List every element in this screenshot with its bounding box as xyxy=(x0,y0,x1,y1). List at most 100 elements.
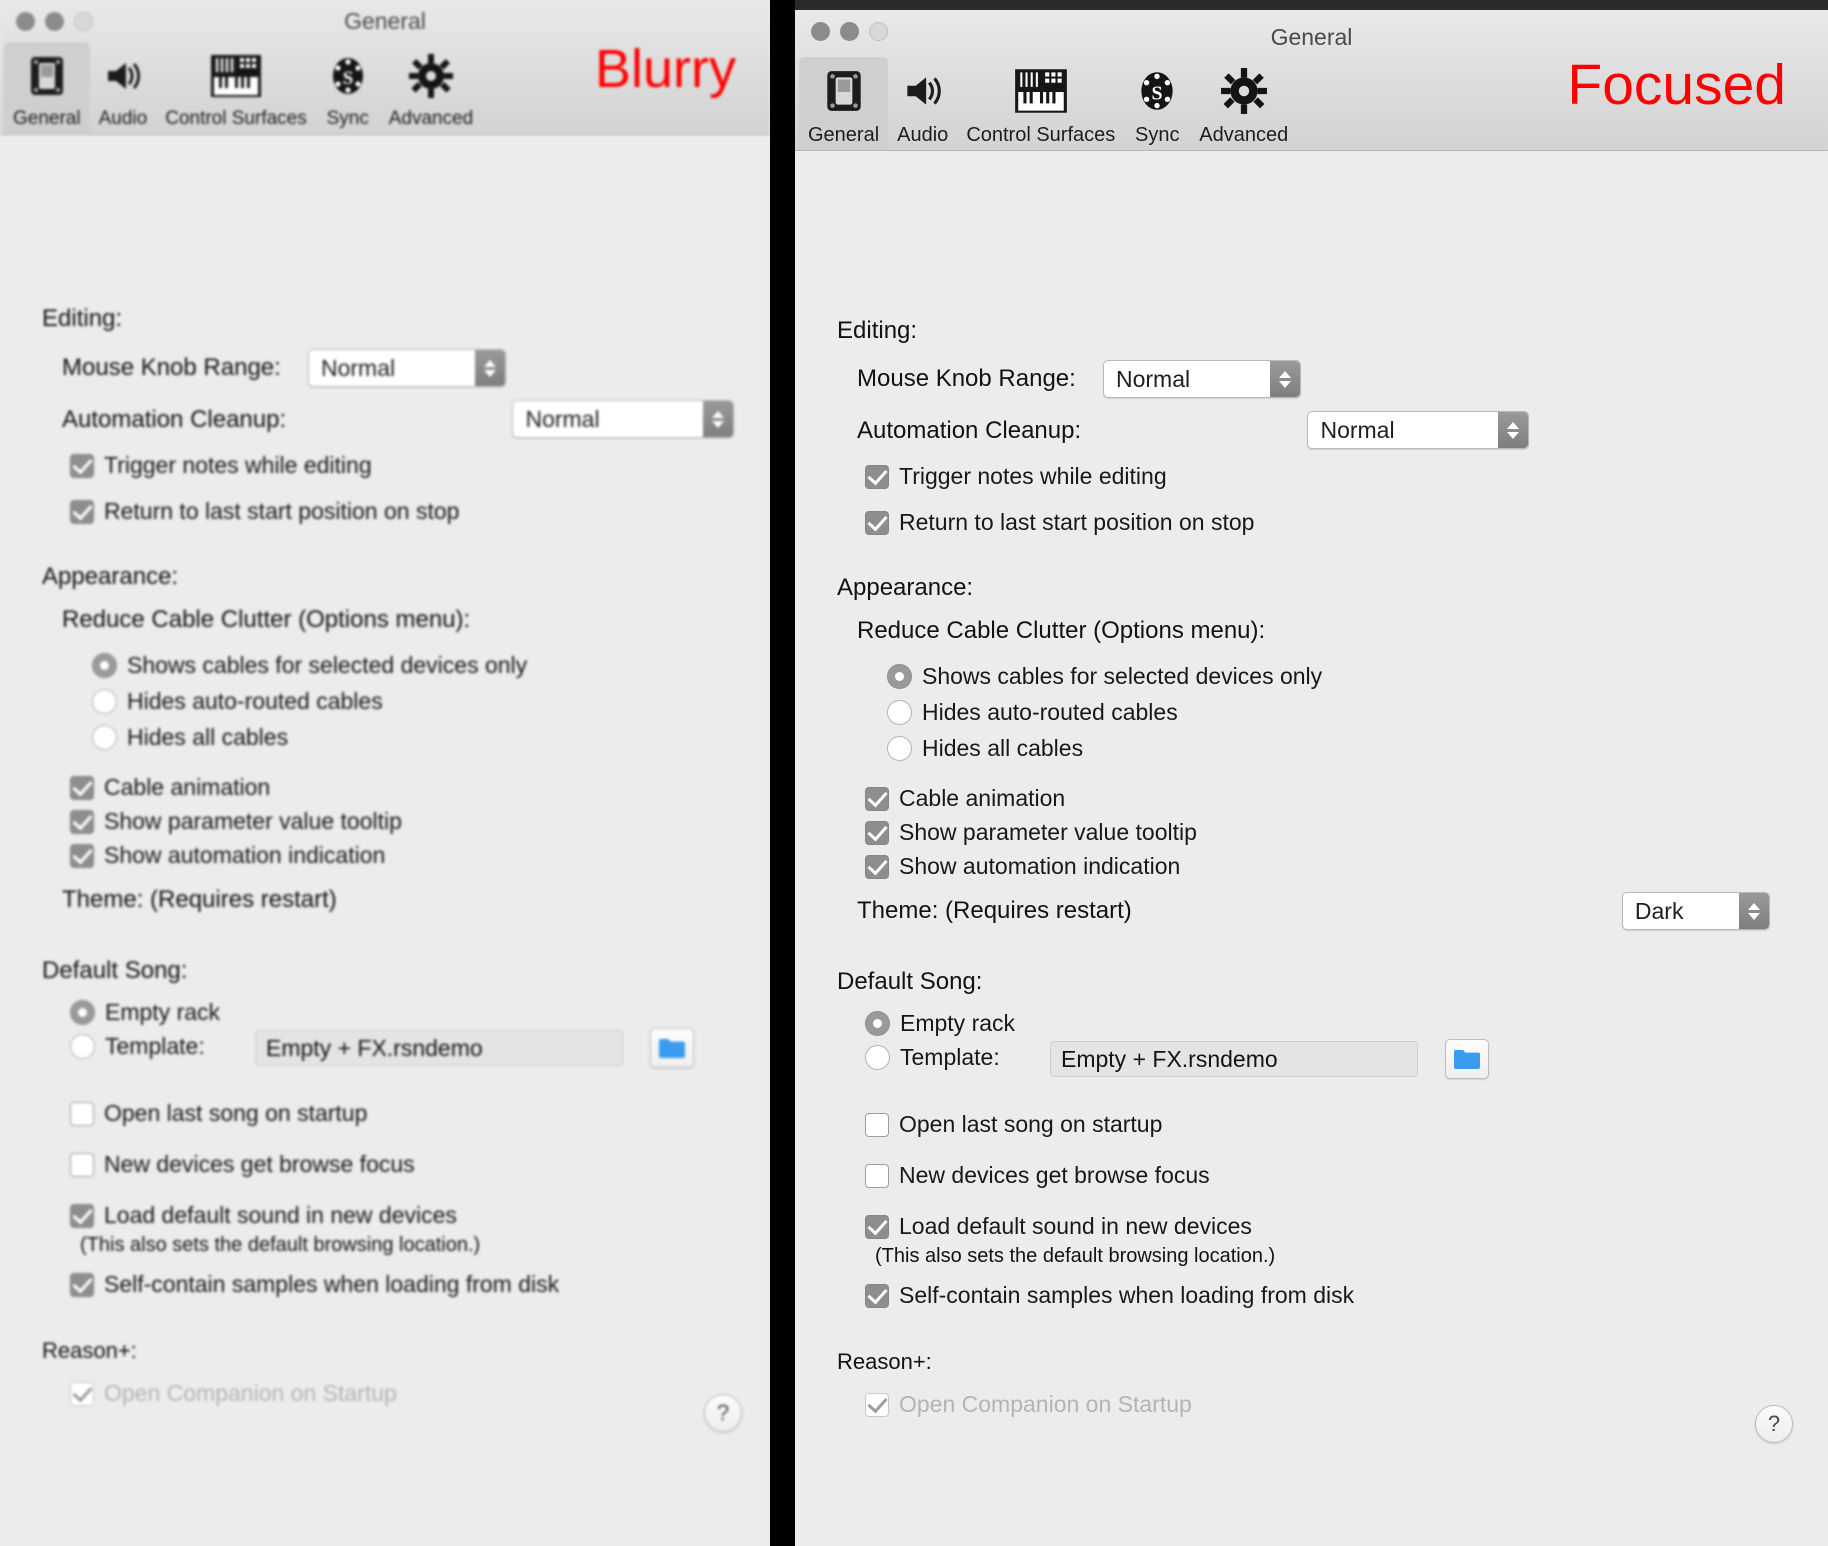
checkbox-box[interactable] xyxy=(70,809,94,834)
checkbox-param-tooltip[interactable]: Show parameter value tooltip xyxy=(865,819,1197,846)
checkbox-cable-animation[interactable]: Cable animation xyxy=(70,774,270,801)
radio-circle[interactable] xyxy=(887,700,912,725)
automation-cleanup-select[interactable]: Normal xyxy=(512,400,735,438)
toolbar-tabs[interactable]: General Audio Control Surfaces S Sync Ad… xyxy=(4,42,482,134)
stepper-arrows[interactable] xyxy=(1738,893,1769,929)
midi-keyboard-icon xyxy=(1011,61,1071,121)
tab-sync[interactable]: S Sync xyxy=(316,42,380,134)
radio-circle[interactable] xyxy=(887,664,912,689)
top-divider xyxy=(795,0,1828,10)
checkbox-box[interactable] xyxy=(865,854,889,879)
stepper-arrows[interactable] xyxy=(703,401,734,437)
checkbox-box[interactable] xyxy=(865,1163,889,1188)
radio-template[interactable]: Template: xyxy=(70,1033,205,1060)
radio-circle[interactable] xyxy=(92,725,117,750)
checkbox-open-companion-on-startup: Open Companion on Startup xyxy=(70,1380,397,1407)
gear-icon xyxy=(408,46,454,106)
theme-select[interactable]: Dark xyxy=(1621,892,1770,930)
stepper-arrows[interactable] xyxy=(1270,361,1300,397)
radio-circle[interactable] xyxy=(887,736,912,761)
help-button[interactable]: ? xyxy=(1755,1405,1793,1443)
checkbox-cable-animation[interactable]: Cable animation xyxy=(865,785,1065,812)
checkbox-box[interactable] xyxy=(865,1214,889,1239)
checkbox-box[interactable] xyxy=(70,1272,94,1297)
radio-circle[interactable] xyxy=(865,1045,890,1070)
checkbox-box[interactable] xyxy=(70,775,94,800)
checkbox-self-contain-samples[interactable]: Self-contain samples when loading from d… xyxy=(865,1282,1354,1309)
checkbox-label: Show parameter value tooltip xyxy=(899,819,1197,845)
sync-s-badge-icon: S xyxy=(325,46,371,106)
speaker-icon xyxy=(100,46,146,106)
radio-hides-all-cables[interactable]: Hides all cables xyxy=(92,724,288,751)
checkbox-automation-indication[interactable]: Show automation indication xyxy=(865,853,1180,880)
window-titlebar: General General Audio Control Surfaces S… xyxy=(0,0,770,135)
checkbox-self-contain-samples[interactable]: Self-contain samples when loading from d… xyxy=(70,1271,559,1298)
tab-audio[interactable]: Audio xyxy=(888,57,957,150)
checkbox-box[interactable] xyxy=(70,499,94,524)
tab-audio[interactable]: Audio xyxy=(90,42,157,134)
radio-shows-cables-selected[interactable]: Shows cables for selected devices only xyxy=(92,652,527,679)
checkbox-new-devices-browse-focus[interactable]: New devices get browse focus xyxy=(70,1151,415,1178)
checkbox-open-last-song[interactable]: Open last song on startup xyxy=(865,1111,1162,1138)
radio-hides-autorouted[interactable]: Hides auto-routed cables xyxy=(92,688,383,715)
mouse-knob-range-select[interactable]: Normal xyxy=(308,349,506,387)
tab-label: Sync xyxy=(326,108,369,130)
browse-template-button[interactable] xyxy=(1445,1039,1489,1079)
checkbox-trigger-notes[interactable]: Trigger notes while editing xyxy=(865,463,1167,490)
radio-hides-autorouted[interactable]: Hides auto-routed cables xyxy=(887,699,1178,726)
toolbar-tabs[interactable]: General Audio Control Surfaces S Sync Ad… xyxy=(799,57,1297,150)
checkbox-label: Show parameter value tooltip xyxy=(104,808,402,834)
radio-circle[interactable] xyxy=(92,689,117,714)
checkbox-box[interactable] xyxy=(865,786,889,811)
checkbox-new-devices-browse-focus[interactable]: New devices get browse focus xyxy=(865,1162,1210,1189)
checkbox-load-default-sound[interactable]: Load default sound in new devices xyxy=(70,1202,457,1229)
radio-label: Shows cables for selected devices only xyxy=(127,652,528,678)
help-button[interactable]: ? xyxy=(704,1394,742,1432)
browse-template-button[interactable] xyxy=(650,1028,694,1068)
radio-empty-rack[interactable]: Empty rack xyxy=(70,999,220,1026)
checkbox-return-to-start[interactable]: Return to last start position on stop xyxy=(70,498,459,525)
tab-advanced[interactable]: Advanced xyxy=(1190,57,1297,150)
radio-shows-cables-selected[interactable]: Shows cables for selected devices only xyxy=(887,663,1322,690)
automation-cleanup-value: Normal xyxy=(525,405,600,432)
checkbox-box[interactable] xyxy=(865,1283,889,1308)
checkbox-param-tooltip[interactable]: Show parameter value tooltip xyxy=(70,808,402,835)
checkbox-label: Load default sound in new devices xyxy=(899,1213,1252,1239)
checkbox-box[interactable] xyxy=(865,820,889,845)
tab-general[interactable]: General xyxy=(4,42,90,134)
checkbox-label: Self-contain samples when loading from d… xyxy=(104,1271,560,1297)
tab-general[interactable]: General xyxy=(799,57,889,150)
checkbox-box[interactable] xyxy=(70,1101,94,1126)
radio-circle[interactable] xyxy=(70,1000,95,1025)
checkbox-trigger-notes[interactable]: Trigger notes while editing xyxy=(70,452,372,479)
template-path-field[interactable]: Empty + FX.rsndemo xyxy=(255,1030,623,1066)
radio-circle[interactable] xyxy=(70,1034,95,1059)
checkbox-box[interactable] xyxy=(70,1152,94,1177)
window-title: General xyxy=(1270,24,1353,50)
radio-circle[interactable] xyxy=(92,653,117,678)
tab-control-surfaces[interactable]: Control Surfaces xyxy=(156,42,316,134)
checkbox-load-default-sound[interactable]: Load default sound in new devices xyxy=(865,1213,1252,1240)
checkbox-box[interactable] xyxy=(865,1112,889,1137)
radio-empty-rack[interactable]: Empty rack xyxy=(865,1010,1015,1037)
checkbox-box[interactable] xyxy=(865,510,889,535)
tab-sync[interactable]: S Sync xyxy=(1124,57,1190,150)
checkbox-return-to-start[interactable]: Return to last start position on stop xyxy=(865,509,1254,536)
checkbox-box[interactable] xyxy=(70,453,94,478)
checkbox-box[interactable] xyxy=(70,1203,94,1228)
template-path-field[interactable]: Empty + FX.rsndemo xyxy=(1050,1041,1418,1077)
tab-control-surfaces[interactable]: Control Surfaces xyxy=(957,57,1124,150)
checkbox-label: Trigger notes while editing xyxy=(104,452,372,478)
stepper-arrows[interactable] xyxy=(475,350,505,386)
checkbox-automation-indication[interactable]: Show automation indication xyxy=(70,842,385,869)
radio-template[interactable]: Template: xyxy=(865,1044,1000,1071)
radio-hides-all-cables[interactable]: Hides all cables xyxy=(887,735,1083,762)
checkbox-box[interactable] xyxy=(865,464,889,489)
radio-circle[interactable] xyxy=(865,1011,890,1036)
automation-cleanup-select[interactable]: Normal xyxy=(1307,411,1530,449)
mouse-knob-range-select[interactable]: Normal xyxy=(1103,360,1301,398)
checkbox-box[interactable] xyxy=(70,843,94,868)
stepper-arrows[interactable] xyxy=(1498,412,1529,448)
tab-advanced[interactable]: Advanced xyxy=(380,42,483,134)
checkbox-open-last-song[interactable]: Open last song on startup xyxy=(70,1100,367,1127)
